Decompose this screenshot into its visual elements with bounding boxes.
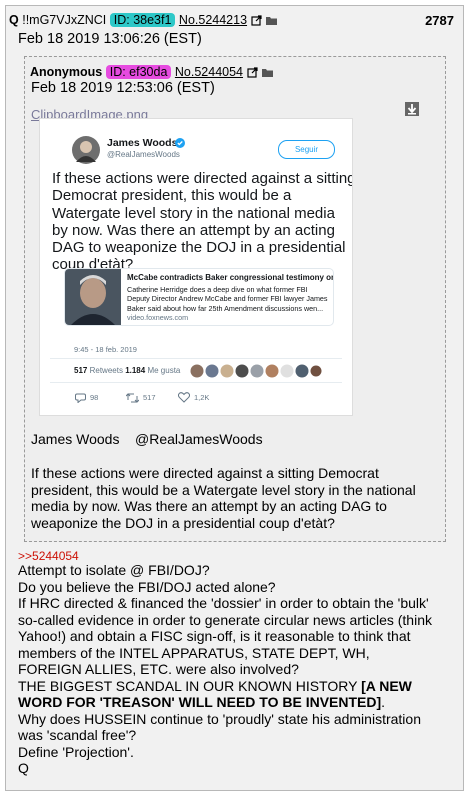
external-link-icon[interactable]: [250, 15, 262, 26]
body-emphasis: [A NEW: [361, 677, 412, 694]
avatar: [72, 136, 100, 164]
folder-icon[interactable]: [265, 15, 278, 26]
body-line: members of the INTEL APPARATUS, STATE DE…: [18, 644, 370, 661]
retweets-label: Retweets: [89, 366, 123, 375]
link-description: Catherine Herridge does a deep dive on w…: [127, 285, 328, 313]
poster-id-badge[interactable]: ID: 38e3f1: [109, 13, 176, 27]
post-date: Feb 18 2019 13:06:26 (EST): [18, 31, 202, 47]
tweet-stats: 517 Retweets 1.184 Me gusta: [74, 366, 180, 375]
body-line: Why does HUSSEIN continue to 'proudly' s…: [18, 710, 421, 727]
link-title: McCabe contradicts Baker congressional t…: [127, 273, 334, 282]
quote-author: Anonymous: [30, 65, 103, 79]
quote-line: If these actions were directed against a…: [31, 465, 379, 481]
tweet-line: DAG to weaponize the DOJ in a presidenti…: [52, 239, 346, 257]
quote-date: Feb 18 2019 12:53:06 (EST): [31, 80, 215, 96]
tweet-line: Watergate level story in the national me…: [52, 204, 335, 222]
body-line: Define 'Projection'.: [18, 743, 134, 760]
body-line: Do you believe the FBI/DOJ acted alone?: [18, 578, 276, 595]
link-desc-line: Baker said about how far 25th Amendment …: [127, 303, 324, 313]
likes-label: Me gusta: [147, 366, 181, 375]
reply-icon[interactable]: [75, 393, 86, 403]
quote-text-author: James Woods @RealJamesWoods: [31, 431, 263, 448]
liker-avatars: [190, 364, 322, 378]
link-domain: video.foxnews.com: [127, 313, 189, 322]
tweet-line: by now. Was there an attempt by an actin…: [52, 221, 335, 239]
q-label: Q: [9, 13, 19, 27]
post-count: 2787: [425, 13, 454, 28]
reply-link[interactable]: >>5244054: [18, 549, 79, 563]
post-number[interactable]: No.5244213: [179, 13, 247, 27]
reply-count: 98: [90, 393, 99, 402]
retweet-total: 517: [74, 366, 88, 375]
retweet-count: 517: [143, 393, 156, 402]
divider: [50, 358, 342, 359]
follow-button[interactable]: Seguir: [278, 140, 335, 159]
body-emphasis: WORD FOR 'TREASON' WILL NEED TO BE INVEN…: [18, 694, 382, 710]
body-line: so-called evidence in order to generate …: [18, 611, 432, 628]
tweet-name: James Woods: [107, 137, 178, 149]
download-arrow-icon[interactable]: [405, 102, 419, 116]
link-desc-line: Catherine Herridge does a deep dive on w…: [127, 285, 308, 294]
body-line: WORD FOR 'TREASON' WILL NEED TO BE INVEN…: [18, 694, 432, 711]
link-desc-line: Deputy Director Andrew McCabe and former…: [127, 294, 328, 304]
body-line: Yahoo!) and obtain a FISC sign-off, is i…: [18, 628, 411, 644]
tweet-handle: @RealJamesWoods: [107, 150, 180, 159]
link-preview-card[interactable]: McCabe contradicts Baker congressional t…: [64, 268, 334, 326]
tweet-line: If these actions were directed against a…: [52, 170, 353, 187]
quote-text-handle: @RealJamesWoods: [135, 431, 263, 447]
external-link-icon[interactable]: [246, 67, 258, 78]
body-text: .: [381, 694, 386, 710]
quote-post-number[interactable]: No.5244054: [175, 65, 243, 79]
like-total: 1.184: [125, 366, 146, 375]
quote-line: weaponize the DOJ in a presidential coup…: [31, 514, 335, 531]
folder-icon[interactable]: [261, 67, 274, 78]
quote-line: president, this would be a Watergate lev…: [31, 481, 416, 498]
post-header: Q !!mG7VJxZNCI ID: 38e3f1 No.5244213: [9, 13, 278, 27]
quote-text: If these actions were directed against a…: [31, 465, 416, 531]
heart-icon[interactable]: [178, 392, 190, 403]
quote-header: Anonymous ID: ef30da No.5244054: [30, 65, 274, 79]
tweet-line: Democrat president, this would be a: [52, 187, 292, 205]
like-count: 1,2K: [194, 393, 210, 402]
quote-text-name: James Woods: [31, 431, 120, 447]
tweet-image[interactable]: James Woods @RealJamesWoods Seguir If th…: [39, 118, 353, 416]
retweet-icon[interactable]: [126, 393, 139, 403]
body-line: Q: [18, 760, 29, 776]
body-line: If HRC directed & financed the 'dossier'…: [18, 595, 429, 611]
body-line: Attempt to isolate @ FBI/DOJ?: [18, 562, 210, 578]
tweet-text: If these actions were directed against a…: [52, 170, 353, 274]
quote-id-badge[interactable]: ID: ef30da: [105, 65, 172, 79]
verified-badge-icon: [175, 138, 185, 148]
link-thumbnail: [65, 269, 121, 325]
body-text: THE BIGGEST SCANDAL IN OUR KNOWN HISTORY: [18, 677, 358, 694]
tripcode: !!mG7VJxZNCI: [22, 13, 107, 27]
quote-line: media by now. Was there an attempt by an…: [31, 498, 387, 514]
body-line: FOREIGN ALLIES, ETC. were also involved?: [18, 661, 299, 677]
divider: [50, 382, 342, 383]
body-line: was 'scandal free'?: [18, 727, 137, 743]
body-line: THE BIGGEST SCANDAL IN OUR KNOWN HISTORY…: [18, 678, 432, 695]
tweet-timestamp: 9:45 - 18 feb. 2019: [74, 345, 137, 354]
post-body: Attempt to isolate @ FBI/DOJ? Do you bel…: [18, 562, 432, 777]
